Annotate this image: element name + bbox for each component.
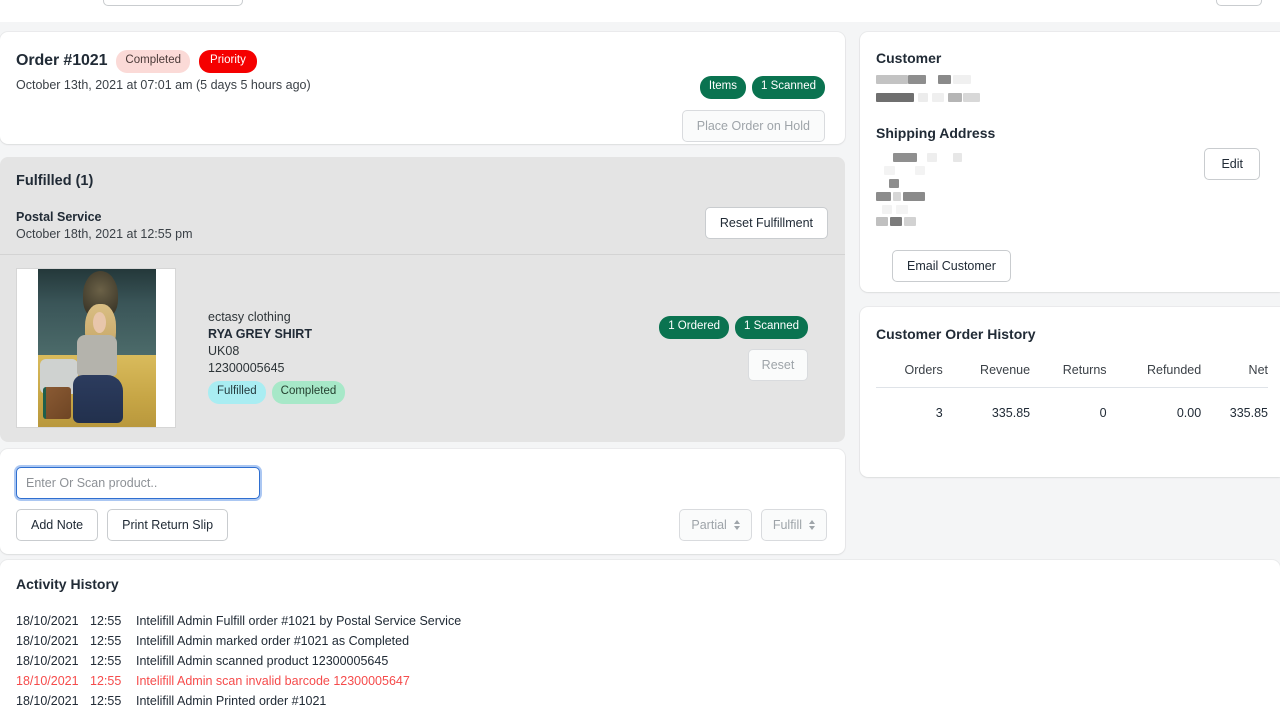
fulfillment-date: October 18th, 2021 at 12:55 pm — [16, 227, 825, 241]
product-info: ectasy clothing RYA GREY SHIRT UK08 1230… — [208, 268, 345, 428]
activity-entry-time: 12:55 — [90, 654, 136, 668]
chevron-updown-icon — [734, 520, 740, 530]
cell-refunded: 0.00 — [1107, 388, 1202, 421]
activity-log-entry: 18/10/202112:55Intelifill Admin Printed … — [16, 694, 1280, 708]
photo-jeans — [73, 375, 123, 423]
activity-log-entry: 18/10/202112:55Intelifill Admin scan inv… — [16, 674, 1280, 688]
right-column: Customer Shipping Address Edit — [860, 32, 1280, 477]
activity-log-entry: 18/10/202112:55Intelifill Admin scanned … — [16, 654, 1280, 668]
cell-returns: 0 — [1030, 388, 1106, 421]
status-badge-completed: Completed — [116, 50, 190, 73]
scan-card: Add Note Print Return Slip Partial Fulfi… — [0, 449, 845, 554]
fulfill-select-label: Fulfill — [773, 518, 802, 532]
cell-revenue: 335.85 — [943, 388, 1030, 421]
fulfillment-title: Fulfilled (1) — [16, 173, 825, 189]
email-customer-button[interactable]: Email Customer — [892, 250, 1011, 282]
order-history-title: Customer Order History — [876, 326, 1280, 342]
edit-address-button[interactable]: Edit — [1204, 148, 1260, 180]
cut-off-top-toolbar — [0, 0, 1280, 22]
activity-entry-date: 18/10/2021 — [16, 654, 90, 668]
product-row: ectasy clothing RYA GREY SHIRT UK08 1230… — [16, 268, 825, 428]
fulfillment-service-name: Postal Service — [16, 210, 825, 224]
left-column: Order #1021 Completed Priority October 1… — [0, 32, 845, 554]
add-note-button[interactable]: Add Note — [16, 509, 98, 541]
cut-off-button-right[interactable] — [1216, 0, 1262, 6]
partial-select-label: Partial — [691, 518, 726, 532]
activity-log-entry: 18/10/202112:55Intelifill Admin marked o… — [16, 634, 1280, 648]
product-badges: 1 Ordered 1 Scanned — [659, 316, 808, 339]
page-title: Order #1021 — [16, 52, 107, 70]
column-net: Net — [1201, 363, 1268, 388]
activity-entry-date: 18/10/2021 — [16, 674, 90, 688]
cell-orders: 3 — [876, 388, 943, 421]
order-detail-page: Order #1021 Completed Priority October 1… — [0, 0, 1280, 720]
cell-net: 335.85 — [1201, 388, 1268, 421]
cut-off-button-left[interactable] — [103, 0, 243, 6]
column-returns: Returns — [1030, 363, 1106, 388]
product-name: RYA GREY SHIRT — [208, 326, 345, 342]
activity-entry-time: 12:55 — [90, 674, 136, 688]
activity-log-list: 18/10/202112:55Intelifill Admin Fulfill … — [16, 614, 1280, 708]
product-tag-fulfilled: Fulfilled — [208, 381, 266, 404]
activity-entry-text: Intelifill Admin Fulfill order #1021 by … — [136, 614, 461, 628]
customer-order-history-card: Customer Order History Orders Revenue Re… — [860, 307, 1280, 477]
reset-fulfillment-button[interactable]: Reset Fulfillment — [705, 207, 828, 239]
photo-grey-shirt — [77, 335, 117, 377]
product-ordered-badge: 1 Ordered — [659, 316, 729, 339]
shipping-address-title: Shipping Address — [876, 125, 1280, 141]
order-history-table: Orders Revenue Returns Refunded Net 3 33… — [876, 363, 1268, 420]
activity-entry-time: 12:55 — [90, 634, 136, 648]
product-size: UK08 — [208, 343, 345, 359]
table-row: 3 335.85 0 0.00 335.85 — [876, 388, 1268, 421]
product-thumbnail[interactable] — [16, 268, 176, 428]
product-sku: 12300005645 — [208, 360, 345, 376]
column-refunded: Refunded — [1107, 363, 1202, 388]
product-tags: Fulfilled Completed — [208, 381, 345, 404]
activity-entry-text: Intelifill Admin Printed order #1021 — [136, 694, 326, 708]
scan-input[interactable] — [16, 467, 260, 499]
activity-entry-text: Intelifill Admin scan invalid barcode 12… — [136, 674, 410, 688]
customer-name-redacted — [876, 75, 1280, 84]
photo-handbag — [43, 387, 71, 419]
activity-entry-date: 18/10/2021 — [16, 634, 90, 648]
activity-entry-time: 12:55 — [90, 614, 136, 628]
status-badge-priority: Priority — [199, 50, 257, 73]
fulfillment-divider — [0, 254, 845, 255]
customer-email-redacted — [876, 93, 1280, 102]
print-return-slip-button[interactable]: Print Return Slip — [107, 509, 228, 541]
reset-item-button[interactable]: Reset — [748, 349, 808, 381]
items-badge: Items — [700, 76, 746, 99]
fulfillment-card: Fulfilled (1) Postal Service October 18t… — [0, 157, 845, 442]
customer-title: Customer — [876, 50, 1280, 66]
activity-history-title: Activity History — [16, 576, 1280, 592]
column-revenue: Revenue — [943, 363, 1030, 388]
fulfill-select[interactable]: Fulfill — [761, 509, 827, 541]
chevron-updown-icon — [809, 520, 815, 530]
activity-entry-date: 18/10/2021 — [16, 614, 90, 628]
product-tag-completed: Completed — [272, 381, 346, 404]
scanned-badge: 1 Scanned — [752, 76, 825, 99]
order-header-card: Order #1021 Completed Priority October 1… — [0, 32, 845, 144]
activity-entry-text: Intelifill Admin scanned product 1230000… — [136, 654, 388, 668]
toolbar-gap — [0, 22, 1280, 32]
activity-entry-time: 12:55 — [90, 694, 136, 708]
activity-history-card: Activity History 18/10/202112:55Intelifi… — [0, 560, 1280, 720]
table-header-row: Orders Revenue Returns Refunded Net — [876, 363, 1268, 388]
column-orders: Orders — [876, 363, 943, 388]
place-order-on-hold-button[interactable]: Place Order on Hold — [682, 110, 825, 142]
customer-card: Customer Shipping Address Edit — [860, 32, 1280, 292]
product-vendor: ectasy clothing — [208, 309, 345, 325]
activity-entry-text: Intelifill Admin marked order #1021 as C… — [136, 634, 409, 648]
order-scan-badges: Items 1 Scanned — [700, 76, 825, 99]
scan-action-buttons: Add Note Print Return Slip — [16, 509, 228, 541]
product-photo-image — [38, 269, 156, 428]
scan-select-group: Partial Fulfill — [679, 509, 827, 541]
activity-entry-date: 18/10/2021 — [16, 694, 90, 708]
partial-select[interactable]: Partial — [679, 509, 751, 541]
order-title-row: Order #1021 Completed Priority — [16, 50, 825, 73]
product-scanned-badge: 1 Scanned — [735, 316, 808, 339]
activity-log-entry: 18/10/202112:55Intelifill Admin Fulfill … — [16, 614, 1280, 628]
